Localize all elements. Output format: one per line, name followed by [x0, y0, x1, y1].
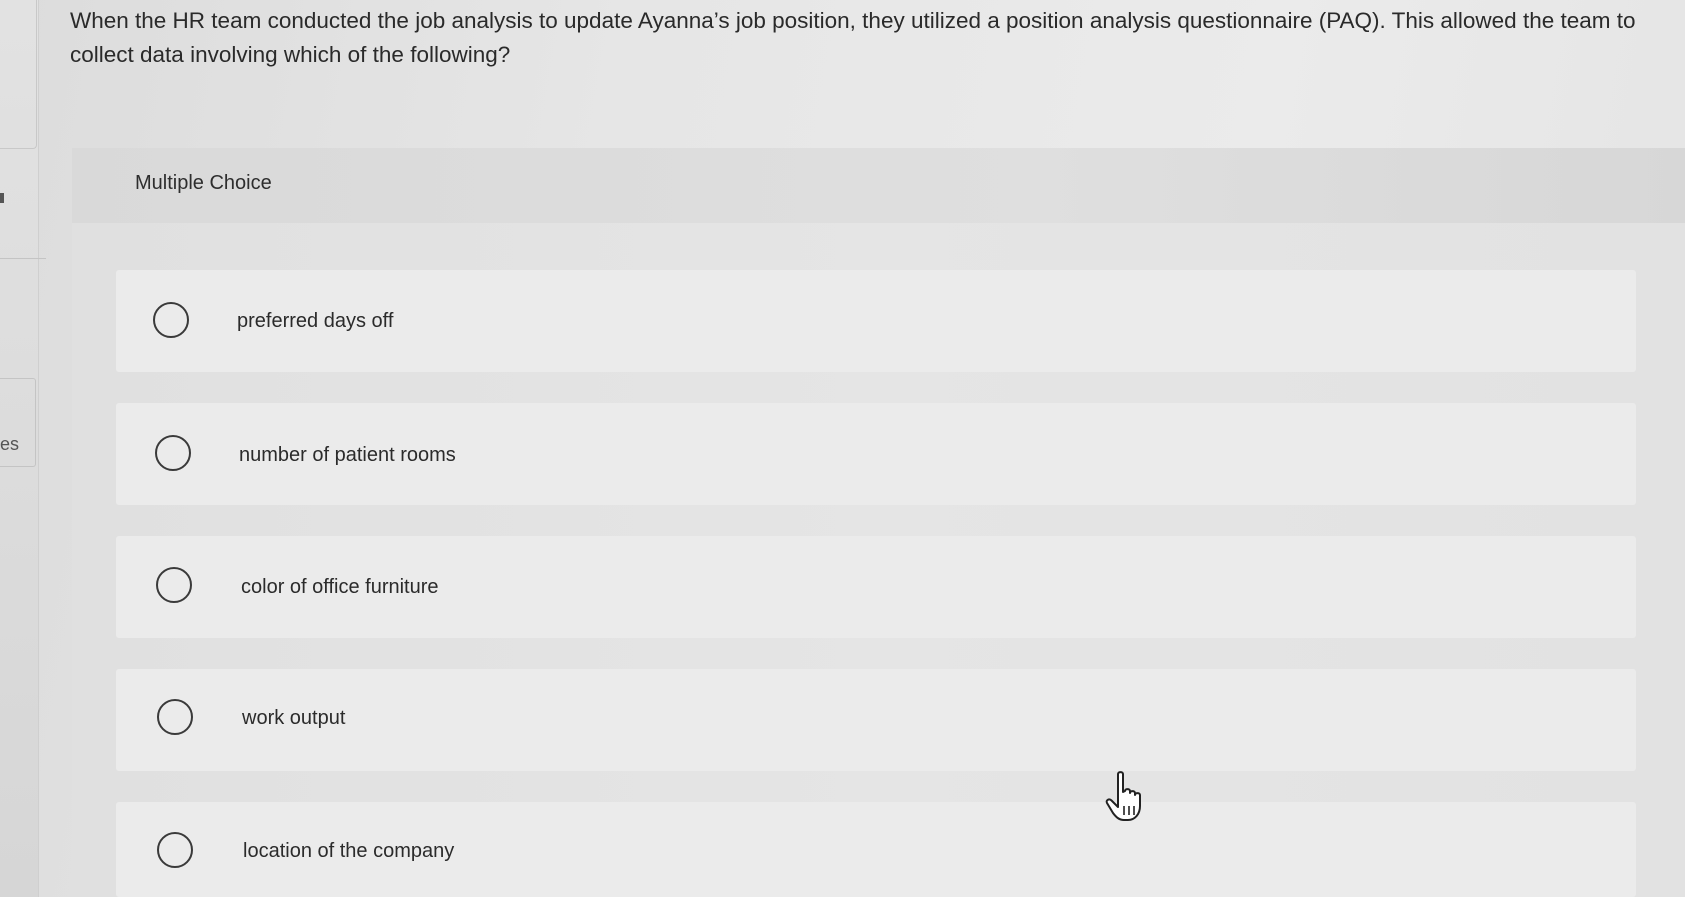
answer-option-label[interactable]: color of office furniture — [241, 576, 439, 599]
answer-option-label[interactable]: preferred days off — [237, 310, 393, 333]
hand-pointer-icon — [1105, 771, 1141, 821]
left-sidebar-divider — [0, 258, 46, 259]
question-text: When the HR team conducted the job analy… — [70, 8, 1636, 67]
multiple-choice-header: Multiple Choice — [72, 148, 1685, 223]
answer-option-1[interactable]: preferred days off — [116, 270, 1636, 372]
answer-option-label[interactable]: location of the company — [243, 840, 454, 863]
radio-unchecked-icon[interactable] — [157, 832, 193, 868]
multiple-choice-label: Multiple Choice — [135, 172, 272, 194]
radio-unchecked-icon[interactable] — [155, 435, 191, 471]
left-sidebar-label: es — [0, 434, 20, 454]
radio-unchecked-icon[interactable] — [156, 567, 192, 603]
answer-option-3[interactable]: color of office furniture — [116, 536, 1636, 638]
left-sidebar-panel — [0, 0, 37, 149]
radio-unchecked-icon[interactable] — [153, 302, 189, 338]
answer-option-2[interactable]: number of patient rooms — [116, 403, 1636, 505]
answer-option-label[interactable]: work output — [242, 707, 345, 730]
answer-option-4[interactable]: work output — [116, 669, 1636, 771]
answer-option-label[interactable]: number of patient rooms — [239, 444, 456, 467]
left-sidebar-marker — [0, 193, 4, 203]
radio-unchecked-icon[interactable] — [157, 699, 193, 735]
answer-option-5[interactable]: location of the company — [116, 802, 1636, 897]
